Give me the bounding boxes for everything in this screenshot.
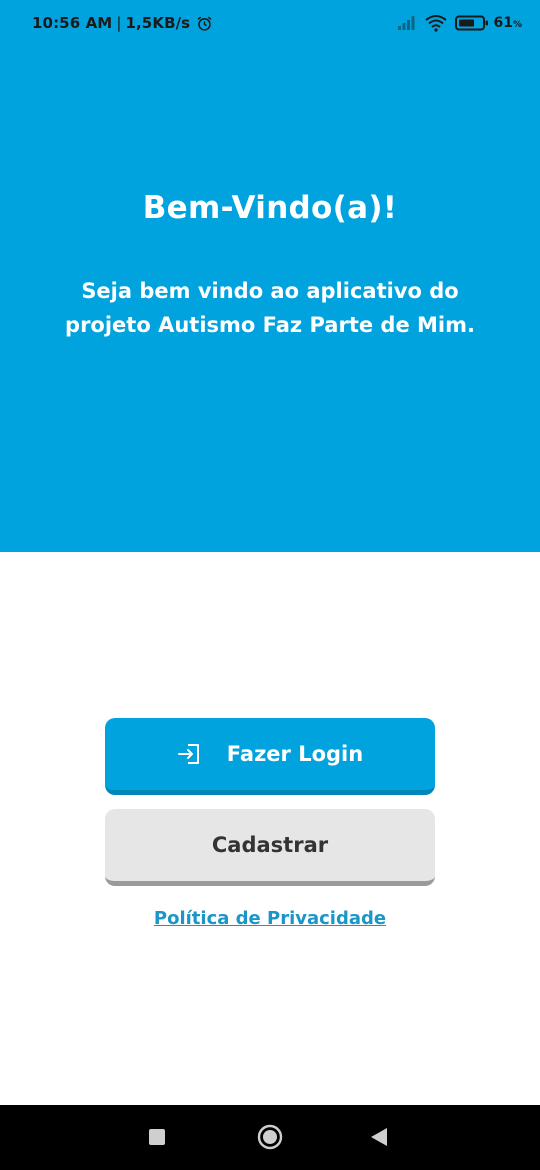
welcome-screen: 10:56 AM | 1,5KB/s 61% Bem-Vindo(a)! Sej…	[0, 0, 540, 1170]
register-button[interactable]: Cadastrar	[105, 809, 435, 886]
status-left: 10:56 AM | 1,5KB/s	[32, 14, 213, 32]
battery-percent-unit: %	[512, 20, 522, 30]
battery-icon	[455, 15, 489, 31]
battery-percent-value: 61	[493, 15, 513, 31]
login-button[interactable]: Fazer Login	[105, 718, 435, 795]
login-button-label: Fazer Login	[226, 742, 364, 766]
system-nav-bar	[0, 1105, 540, 1170]
home-icon[interactable]	[257, 1124, 283, 1150]
hero-banner: 10:56 AM | 1,5KB/s 61% Bem-Vindo(a)! Sej…	[0, 0, 540, 552]
signal-icon	[398, 16, 415, 30]
welcome-title: Bem-Vindo(a)!	[142, 190, 398, 226]
status-time: 10:56 AM	[32, 14, 113, 32]
status-right: 61%	[397, 14, 522, 32]
recents-icon[interactable]	[149, 1129, 165, 1145]
privacy-policy-link[interactable]: Política de Privacidade	[0, 908, 540, 929]
login-icon	[177, 744, 199, 764]
status-network-speed: 1,5KB/s	[125, 14, 191, 32]
battery-percentage: 61%	[493, 15, 522, 31]
status-bar: 10:56 AM | 1,5KB/s 61%	[0, 0, 540, 50]
back-icon[interactable]	[370, 1127, 388, 1147]
status-separator: |	[116, 14, 122, 32]
welcome-message: Seja bem vindo ao aplicativo do projeto …	[65, 279, 475, 337]
alarm-icon	[197, 16, 212, 31]
wifi-icon	[425, 15, 448, 32]
register-button-label: Cadastrar	[211, 833, 329, 857]
